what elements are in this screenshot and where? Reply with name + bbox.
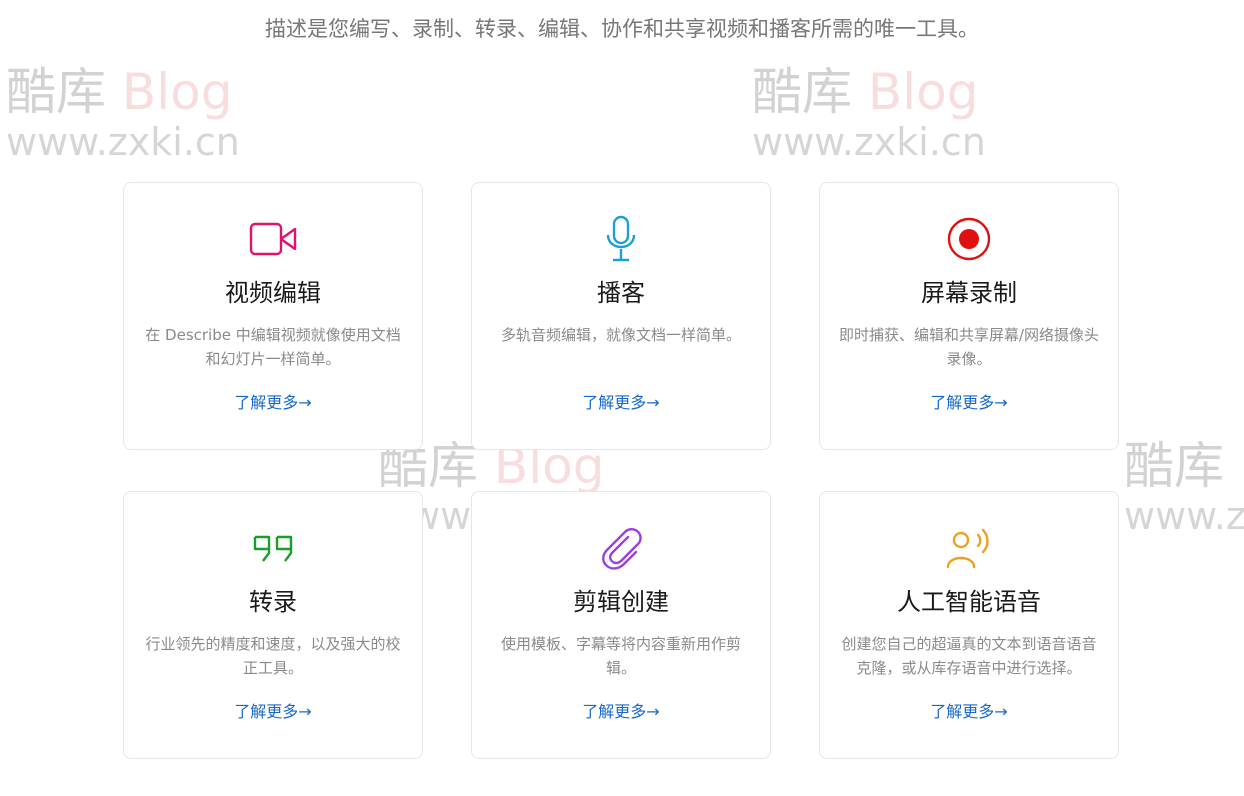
- card-title: 人工智能语音: [897, 588, 1041, 616]
- learn-more-link[interactable]: 了解更多→: [234, 393, 311, 412]
- card-description: 创建您自己的超逼真的文本到语音语音克隆，或从库存语音中进行选择。: [841, 635, 1097, 677]
- card-title: 播客: [597, 279, 645, 307]
- microphone-icon: [595, 213, 647, 265]
- card-description: 使用模板、字幕等将内容重新用作剪辑。: [500, 635, 741, 677]
- feature-card-video-editing: 视频编辑 在 Describe 中编辑视频就像使用文档和幻灯片一样简单。 了解更…: [123, 182, 423, 450]
- card-title: 屏幕录制: [921, 279, 1017, 307]
- quote-icon: [247, 522, 299, 574]
- feature-card-screen-recording: 屏幕录制 即时捕获、编辑和共享屏幕/网络摄像头录像。 了解更多→: [819, 182, 1119, 450]
- learn-more-link[interactable]: 了解更多→: [582, 702, 659, 721]
- learn-more-link[interactable]: 了解更多→: [930, 702, 1007, 721]
- card-title: 剪辑创建: [573, 588, 669, 616]
- feature-card-transcription: 转录 行业领先的精度和速度，以及强大的校正工具。 了解更多→: [123, 491, 423, 759]
- speaking-person-icon: [943, 522, 995, 574]
- card-description: 行业领先的精度和速度，以及强大的校正工具。: [145, 635, 401, 677]
- learn-more-link[interactable]: 了解更多→: [582, 393, 659, 412]
- card-description: 即时捕获、编辑和共享屏幕/网络摄像头录像。: [838, 326, 1100, 368]
- intro-text: 描述是您编写、录制、转录、编辑、协作和共享视频和播客所需的唯一工具。: [265, 17, 979, 41]
- video-camera-icon: [247, 213, 299, 265]
- record-icon: [943, 213, 995, 265]
- learn-more-link[interactable]: 了解更多→: [234, 702, 311, 721]
- feature-grid: 视频编辑 在 Describe 中编辑视频就像使用文档和幻灯片一样简单。 了解更…: [123, 182, 1119, 759]
- card-title: 视频编辑: [225, 279, 321, 307]
- paperclip-icon: [595, 522, 647, 574]
- watermark: 酷库 Blog www.zxki.cn: [6, 63, 240, 164]
- card-description: 多轨音频编辑，就像文档一样简单。: [500, 326, 741, 344]
- learn-more-link[interactable]: 了解更多→: [930, 393, 1007, 412]
- feature-card-podcast: 播客 多轨音频编辑，就像文档一样简单。 了解更多→: [471, 182, 771, 450]
- watermark: 酷库 www.zxki.cn: [1124, 438, 1244, 538]
- card-description: 在 Describe 中编辑视频就像使用文档和幻灯片一样简单。: [145, 326, 401, 368]
- feature-card-clip-creation: 剪辑创建 使用模板、字幕等将内容重新用作剪辑。 了解更多→: [471, 491, 771, 759]
- card-title: 转录: [249, 588, 297, 616]
- watermark: 酷库 Blog www.zxki.cn: [752, 63, 986, 164]
- feature-card-ai-voice: 人工智能语音 创建您自己的超逼真的文本到语音语音克隆，或从库存语音中进行选择。 …: [819, 491, 1119, 759]
